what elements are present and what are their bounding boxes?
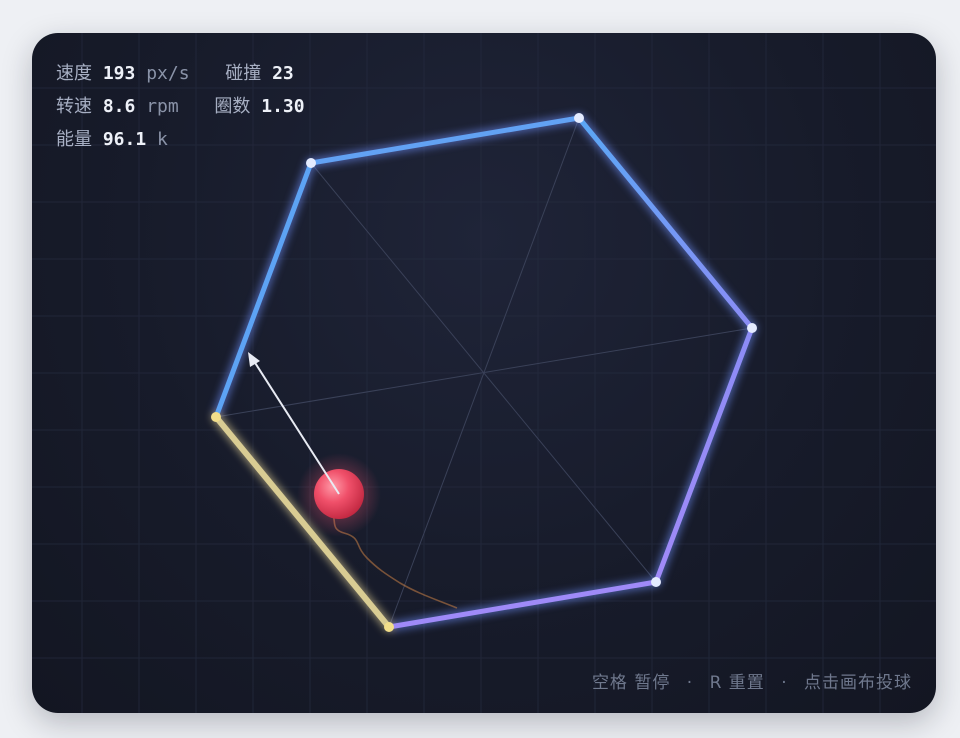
- rotation-unit: rpm: [146, 96, 179, 117]
- energy-unit: k: [157, 129, 168, 150]
- hexagon-edge: [653, 325, 755, 585]
- hint-separator: ·: [686, 673, 694, 693]
- hexagon-edge: [213, 160, 314, 420]
- stats-panel: 速度 193 px/s 碰撞 23 转速 8.6 rpm 圈数 1.30 能量 …: [56, 57, 305, 156]
- rotation-label: 转速: [56, 96, 92, 117]
- energy-label: 能量: [56, 129, 92, 150]
- collisions-value: 23: [272, 63, 294, 84]
- hint-pause: 暂停: [634, 673, 671, 693]
- hint-reset: 重置: [728, 673, 765, 693]
- hexagon-vertex: [384, 622, 394, 632]
- rotation-value: 8.6: [102, 96, 136, 117]
- stats-row-energy: 能量 96.1 k: [56, 123, 305, 156]
- hexagon-edge: [386, 579, 659, 630]
- hexagon-vertex: [574, 113, 584, 123]
- hexagon-vertex: [306, 158, 316, 168]
- hexagon-vertex: [211, 412, 221, 422]
- turns-value: 1.30: [261, 96, 305, 117]
- hint-separator: ·: [781, 673, 788, 693]
- speed-value: 193: [102, 63, 136, 84]
- speed-unit: px/s: [146, 63, 190, 84]
- stats-row-rotation: 转速 8.6 rpm 圈数 1.30: [56, 90, 305, 123]
- energy-value: 96.1: [102, 129, 147, 150]
- hint-space-key: 空格: [591, 673, 628, 693]
- hexagon-edge: [576, 115, 755, 331]
- hint-click-action: 点击画布投球: [804, 673, 912, 693]
- stats-row-speed: 速度 193 px/s 碰撞 23: [56, 57, 305, 90]
- keyboard-hint: 空格 暂停 · R 重置 · 点击画布投球: [592, 668, 912, 693]
- simulation-card: 速度 193 px/s 碰撞 23 转速 8.6 rpm 圈数 1.30 能量 …: [32, 33, 936, 713]
- speed-label: 速度: [56, 63, 92, 84]
- hexagon-vertex: [651, 577, 661, 587]
- hexagon-vertex: [747, 323, 757, 333]
- hint-r-key: R: [709, 673, 723, 693]
- turns-label: 圈数: [214, 96, 251, 117]
- collisions-label: 碰撞: [225, 63, 262, 84]
- hexagon-edge: [308, 115, 582, 166]
